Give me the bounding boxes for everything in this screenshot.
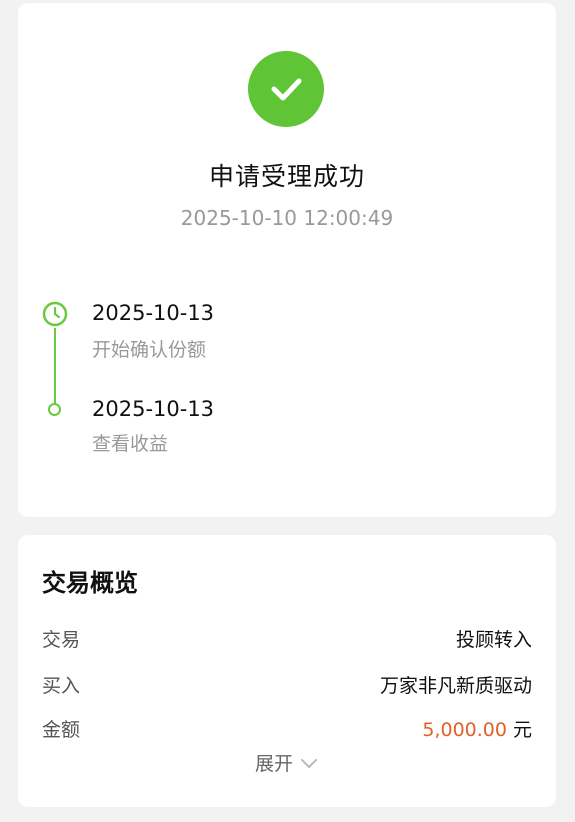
row-value: 投顾转入 xyxy=(455,628,532,651)
expand-label: 展开 xyxy=(254,753,293,775)
row-label: 买入 xyxy=(42,674,81,697)
timeline-desc-1: 开始确认份额 xyxy=(92,339,207,361)
overview-title: 交易概览 xyxy=(42,569,138,597)
overview-row-buy: 买入 万家非凡新质驱动 xyxy=(42,670,532,698)
expand-button[interactable]: 展开 xyxy=(18,749,556,776)
check-circle-icon xyxy=(248,51,324,127)
overview-row-amount: 金额 5,000.00 元 xyxy=(42,714,532,742)
timeline-desc-2: 查看收益 xyxy=(92,433,169,455)
timeline-line xyxy=(54,328,56,406)
row-label: 交易 xyxy=(42,628,81,651)
timeline-date-2: 2025-10-13 xyxy=(92,397,215,421)
status-time: 2025-10-10 12:00:49 xyxy=(180,206,394,230)
overview-card: 交易概览 交易 投顾转入 买入 万家非凡新质驱动 金额 5,000.00 元 展开 xyxy=(18,535,556,807)
row-label: 金额 xyxy=(42,718,81,741)
timeline-date-1: 2025-10-13 xyxy=(92,301,215,325)
amount-number: 5,000.00 xyxy=(422,718,507,741)
overview-row-trade: 交易 投顾转入 xyxy=(42,624,532,652)
amount-value: 5,000.00 元 xyxy=(422,715,532,742)
clock-icon xyxy=(42,301,68,327)
status-title: 申请受理成功 xyxy=(208,162,365,191)
fund-name: 万家非凡新质驱动 xyxy=(379,674,532,697)
dot-icon xyxy=(48,403,61,416)
chevron-down-icon xyxy=(301,758,317,768)
status-card: 申请受理成功 2025-10-10 12:00:49 2025-10-13 开始… xyxy=(18,3,556,517)
amount-unit: 元 xyxy=(512,718,532,741)
